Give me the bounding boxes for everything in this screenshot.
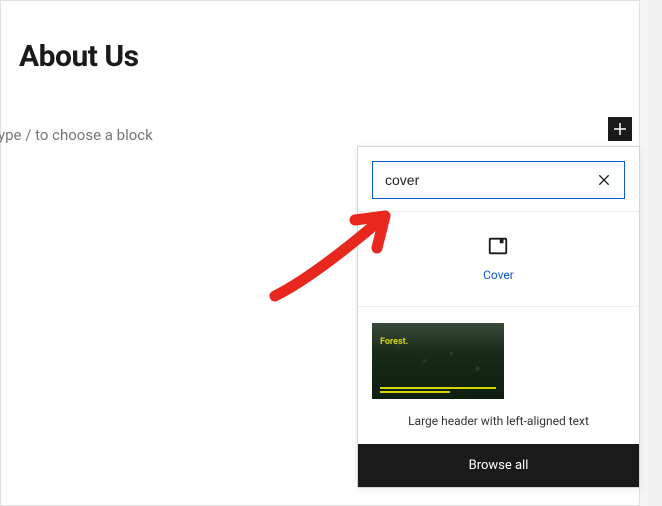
block-item-label: Cover [483, 268, 514, 282]
pattern-preview-decoration [380, 391, 450, 393]
block-inserter-popover: Cover Forest. Large header with left-ali… [357, 146, 640, 488]
page-title[interactable]: About Us [1, 1, 639, 74]
scrollbar[interactable] [648, 0, 662, 506]
pattern-title: Large header with left-aligned text [372, 409, 625, 430]
plus-icon [611, 120, 629, 138]
cover-icon [486, 234, 510, 258]
close-icon [596, 172, 612, 188]
block-item-cover[interactable]: Cover [471, 228, 526, 288]
search-input[interactable] [385, 172, 594, 188]
clear-search-button[interactable] [594, 170, 614, 190]
pattern-preview-decoration [380, 387, 496, 389]
browse-all-button[interactable]: Browse all [358, 444, 639, 487]
block-results: Cover [358, 211, 639, 307]
pattern-preview[interactable]: Forest. [372, 323, 504, 399]
block-placeholder[interactable]: ype / to choose a block [0, 74, 639, 144]
pattern-preview-text: Forest. [380, 337, 408, 347]
search-container [358, 147, 639, 211]
pattern-results: Forest. Large header with left-aligned t… [358, 307, 639, 444]
add-block-button[interactable] [608, 117, 632, 141]
search-box [372, 161, 625, 199]
editor-canvas: About Us ype / to choose a block Cover [0, 0, 640, 506]
